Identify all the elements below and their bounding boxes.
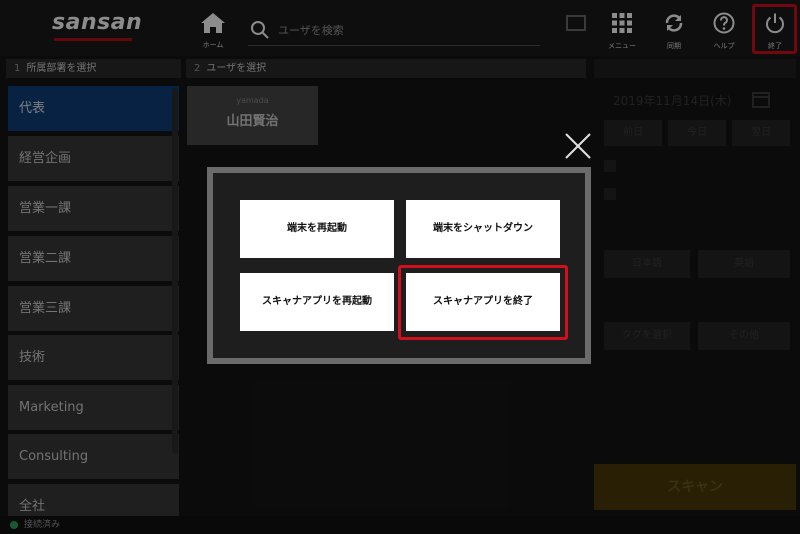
shutdown-device-button[interactable]: 端末をシャットダウン (406, 200, 560, 258)
restart-device-button[interactable]: 端末を再起動 (240, 200, 394, 258)
close-icon[interactable] (563, 131, 593, 161)
quit-button-highlight (398, 265, 568, 340)
restart-scanner-app-button[interactable]: スキャナアプリを再起動 (240, 273, 394, 331)
